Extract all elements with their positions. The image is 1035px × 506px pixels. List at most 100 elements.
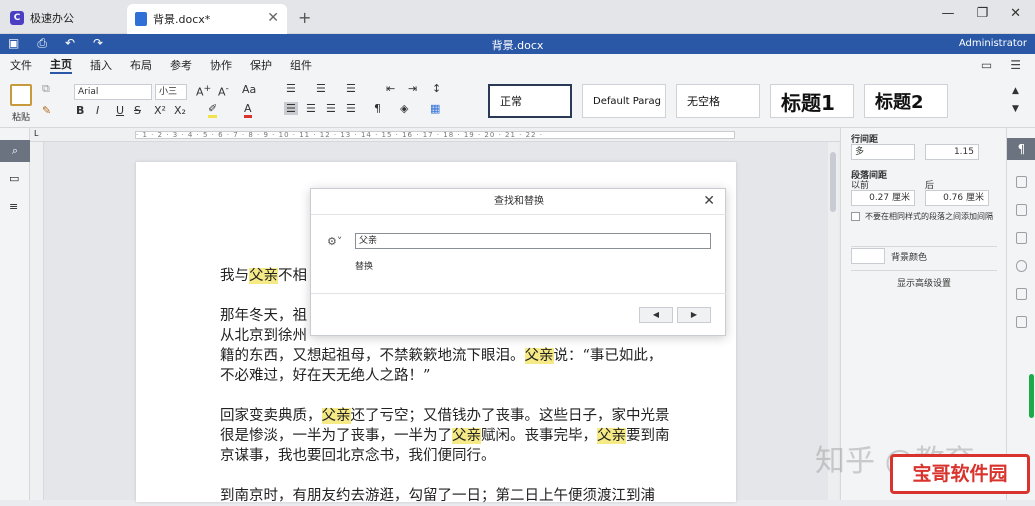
superscript-icon[interactable]: X² <box>154 104 166 117</box>
font-color-icon[interactable]: A <box>244 102 252 118</box>
numbered-list-icon[interactable]: ☰ <box>316 82 326 95</box>
new-tab-icon[interactable]: + <box>298 8 311 27</box>
comments-icon[interactable]: ▭ <box>9 172 19 185</box>
increase-indent-icon[interactable]: ⇥ <box>408 82 417 95</box>
subscript-icon[interactable]: X₂ <box>174 104 186 117</box>
image-settings-icon[interactable] <box>1016 204 1027 216</box>
document-line[interactable]: 回家变卖典质，父亲还了亏空；又借钱办了丧事。这些日子，家中光景 <box>220 406 700 426</box>
open-folder-icon[interactable]: ▭ <box>981 58 992 72</box>
paragraph-marks-icon[interactable]: ¶ <box>374 102 381 115</box>
style-heading-1[interactable]: 标题1 <box>770 84 854 118</box>
close-window-icon[interactable]: ✕ <box>1010 6 1021 21</box>
shading-icon[interactable]: ◈ <box>400 102 408 115</box>
spacing-after-input[interactable]: 0.76 厘米 <box>925 190 989 206</box>
search-options-gear-icon[interactable]: ⚙˅ <box>327 235 342 248</box>
shape-settings-icon[interactable] <box>1016 260 1027 272</box>
strikethrough-icon[interactable]: S <box>134 104 141 117</box>
menu-right-icons: ▭ ☰ <box>981 58 1021 72</box>
italic-icon[interactable]: I <box>96 104 99 117</box>
document-line[interactable]: 籍的东西，又想起祖母，不禁簌簌地流下眼泪。父亲说：“事已如此， <box>220 346 700 366</box>
format-painter-icon[interactable]: ✎ <box>42 104 51 117</box>
document-line[interactable]: 到南京时，有朋友约去游逛，勾留了一日；第二日上午便须渡江到浦 <box>220 486 700 506</box>
paragraph-settings-icon[interactable]: ¶ <box>1007 138 1035 160</box>
text-run: 要到南 <box>626 428 670 444</box>
style-heading-2[interactable]: 标题2 <box>864 84 948 118</box>
document-tab[interactable]: 背景.docx* ✕ <box>127 4 287 34</box>
close-tab-icon[interactable]: ✕ <box>267 10 279 26</box>
line-spacing-mode-select[interactable]: 多 <box>851 144 915 160</box>
menu-insert[interactable]: 插入 <box>90 57 112 73</box>
style-gallery-up-icon[interactable]: ▲ <box>1012 86 1019 96</box>
font-size-select[interactable]: 小三 <box>155 84 187 100</box>
justify-icon[interactable]: ☰ <box>346 102 356 115</box>
underline-icon[interactable]: U <box>116 104 124 117</box>
app-tab[interactable]: C 极速办公 <box>4 4 122 32</box>
text-run: 那年冬天，祖 <box>220 308 307 324</box>
text-run: 很是惨淡，一半为了丧事，一半为了 <box>220 428 452 444</box>
align-center-icon[interactable]: ☰ <box>306 102 316 115</box>
dialog-close-icon[interactable]: ✕ <box>703 193 715 209</box>
copy-icon[interactable]: ⧉ <box>42 82 50 96</box>
search-match-highlight: 父亲 <box>597 428 626 444</box>
document-line[interactable]: 京谋事，我也要回北京念书，我们便同行。 <box>220 446 700 466</box>
search-match-highlight: 父亲 <box>452 428 481 444</box>
header-footer-icon[interactable] <box>1016 232 1027 244</box>
horizontal-ruler[interactable]: L · 1 · 2 · 3 · 4 · 5 · 6 · 7 · 8 · 9 · … <box>30 128 840 142</box>
decrease-indent-icon[interactable]: ⇤ <box>386 82 395 95</box>
menu-collaborate[interactable]: 协作 <box>210 57 232 73</box>
line-spacing-value-input[interactable]: 1.15 <box>925 144 979 160</box>
style-no-spacing[interactable]: 无空格 <box>676 84 760 118</box>
line-spacing-icon[interactable]: ↕ <box>432 82 441 95</box>
table-settings-icon[interactable] <box>1016 176 1027 188</box>
bullet-list-icon[interactable]: ☰ <box>286 82 296 95</box>
increase-font-icon[interactable]: A+ <box>196 83 211 99</box>
minimize-icon[interactable]: — <box>941 6 954 21</box>
no-spacing-same-style-checkbox[interactable] <box>851 212 860 221</box>
hamburger-menu-icon[interactable]: ☰ <box>1010 58 1021 72</box>
decrease-font-icon[interactable]: A- <box>218 83 229 99</box>
user-name[interactable]: Administrator <box>959 38 1027 49</box>
search-input[interactable]: 父亲 <box>355 233 711 249</box>
tab-stop-icon[interactable]: L <box>34 129 38 138</box>
bold-icon[interactable]: B <box>76 104 84 117</box>
scrollbar-thumb[interactable] <box>830 152 836 212</box>
document-line[interactable]: 不必难过，好在天无绝人之路！” <box>220 366 700 386</box>
font-name-select[interactable]: Arial <box>74 84 152 100</box>
ruler-track: · 1 · 2 · 3 · 4 · 5 · 6 · 7 · 8 · 9 · 10… <box>135 131 735 139</box>
background-color-label: 背景颜色 <box>891 253 928 263</box>
style-gallery-down-icon[interactable]: ▼ <box>1012 104 1019 114</box>
highlight-color-icon[interactable]: ✐ <box>208 102 218 118</box>
menu-protect[interactable]: 保护 <box>250 57 272 73</box>
spacing-before-input[interactable]: 0.27 厘米 <box>851 190 915 206</box>
menu-plugins[interactable]: 组件 <box>290 57 312 73</box>
panel-divider <box>851 246 997 247</box>
background-color-picker[interactable] <box>851 248 885 264</box>
borders-icon[interactable]: ▦ <box>430 102 440 115</box>
panel-scroll-indicator[interactable] <box>1029 374 1034 418</box>
search-match-highlight: 父亲 <box>249 268 278 284</box>
text-run: 回家变卖典质， <box>220 408 322 424</box>
find-previous-button[interactable]: ◀ <box>639 307 673 323</box>
document-line[interactable]: 很是惨淡，一半为了丧事，一半为了父亲赋闲。丧事完毕，父亲要到南 <box>220 426 700 446</box>
align-right-icon[interactable]: ☰ <box>326 102 336 115</box>
search-icon[interactable]: ⌕ <box>0 140 30 162</box>
align-left-icon[interactable]: ☰ <box>284 102 298 115</box>
text-art-icon[interactable] <box>1016 316 1027 328</box>
paste-icon[interactable] <box>10 84 32 106</box>
menu-layout[interactable]: 布局 <box>130 57 152 73</box>
navigation-icon[interactable]: ≡ <box>9 200 18 213</box>
chart-settings-icon[interactable] <box>1016 288 1027 300</box>
multilevel-list-icon[interactable]: ☰ <box>346 82 356 95</box>
show-advanced-settings-link[interactable]: 显示高级设置 <box>841 276 1007 289</box>
restore-icon[interactable]: ❐ <box>976 6 988 21</box>
menu-file[interactable]: 文件 <box>10 57 32 73</box>
find-next-button[interactable]: ▶ <box>677 307 711 323</box>
style-normal[interactable]: 正常 <box>488 84 572 118</box>
change-case-icon[interactable]: Aa <box>242 83 256 96</box>
style-default-paragraph[interactable]: Default Parag <box>582 84 666 118</box>
document-tab-label: 背景.docx* <box>153 13 211 26</box>
replace-toggle[interactable]: 替换 <box>355 259 373 272</box>
text-run: 京谋事，我也要回北京念书，我们便同行。 <box>220 448 496 464</box>
menu-references[interactable]: 参考 <box>170 57 192 73</box>
menu-home[interactable]: 主页 <box>50 56 72 74</box>
